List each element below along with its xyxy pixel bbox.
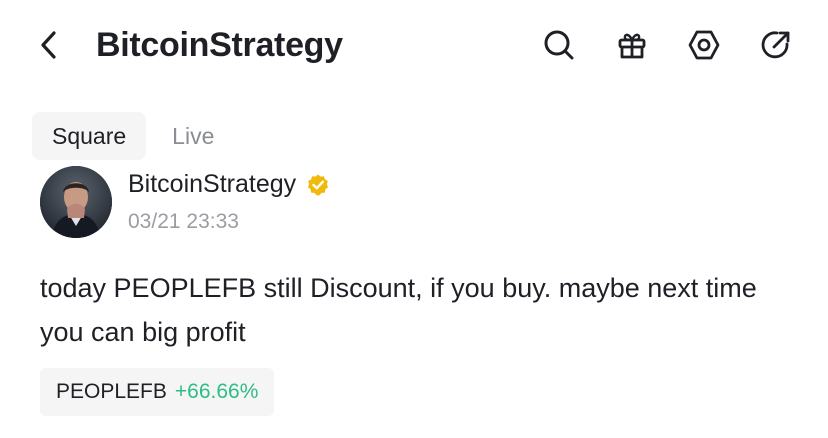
- author-row: BitcoinStrategy: [128, 170, 330, 199]
- settings-icon: [688, 30, 720, 60]
- ticker-symbol: PEOPLEFB: [56, 380, 167, 403]
- author-name[interactable]: BitcoinStrategy: [128, 170, 296, 199]
- search-icon: [544, 30, 574, 60]
- share-button[interactable]: [758, 26, 794, 64]
- share-icon: [761, 31, 790, 59]
- search-button[interactable]: [541, 26, 577, 64]
- gift-button[interactable]: [614, 26, 650, 64]
- avatar[interactable]: [40, 166, 112, 238]
- settings-button[interactable]: [686, 26, 722, 64]
- back-icon: [41, 31, 56, 59]
- tab-bar: Square Live: [32, 112, 234, 160]
- ticker-chip[interactable]: PEOPLEFB +66.66%: [40, 368, 275, 416]
- post-timestamp: 03/21 23:33: [128, 210, 239, 233]
- post-body: today PEOPLEFB still Discount, if you bu…: [40, 273, 757, 347]
- verified-badge-icon: [306, 173, 330, 197]
- top-bar: BitcoinStrategy: [0, 0, 828, 92]
- ticker-change: +66.66%: [174, 380, 259, 403]
- back-button[interactable]: [34, 28, 64, 62]
- page-title: BitcoinStrategy: [96, 26, 343, 64]
- tab-live[interactable]: Live: [146, 112, 234, 160]
- gift-icon: [618, 33, 646, 59]
- tab-square[interactable]: Square: [32, 112, 147, 160]
